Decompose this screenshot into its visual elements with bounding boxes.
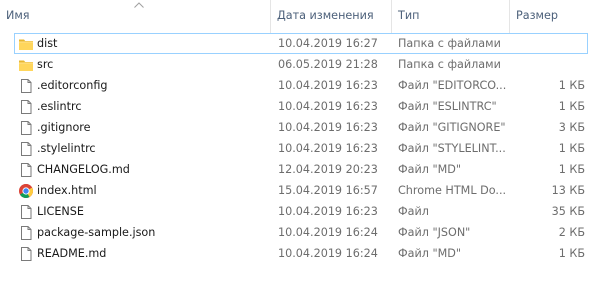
folder-icon xyxy=(18,36,34,52)
file-name: .editorconfig xyxy=(37,79,108,92)
file-icon xyxy=(18,162,34,178)
column-header-size[interactable]: Размер xyxy=(509,0,598,33)
file-row-2[interactable]: .editorconfig 10.04.2019 16:23 Файл "EDI… xyxy=(14,75,588,96)
file-name: .eslintrc xyxy=(37,100,82,113)
file-size: 13 КБ xyxy=(551,184,585,197)
file-name: package-sample.json xyxy=(37,226,156,239)
file-type: Файл "MD" xyxy=(398,247,462,260)
file-icon xyxy=(18,204,34,220)
file-name: LICENSE xyxy=(37,205,84,218)
file-name: index.html xyxy=(37,184,97,197)
file-icon xyxy=(18,225,34,241)
file-explorer-list: Имя Дата изменения Тип Размер dist 10.04… xyxy=(0,0,598,305)
file-date: 10.04.2019 16:23 xyxy=(278,100,378,113)
file-name: src xyxy=(37,58,54,71)
file-row-5[interactable]: .stylelintrc 10.04.2019 16:23 Файл "STYL… xyxy=(14,138,588,159)
file-row-4[interactable]: .gitignore 10.04.2019 16:23 Файл "GITIGN… xyxy=(14,117,588,138)
file-date: 10.04.2019 16:23 xyxy=(278,142,378,155)
file-row-10[interactable]: README.md 10.04.2019 16:24 Файл "MD" 1 К… xyxy=(14,243,588,264)
file-type: Файл "STYLELINT... xyxy=(398,142,506,155)
file-name: CHANGELOG.md xyxy=(37,163,130,176)
file-type: Файл "GITIGNORE" xyxy=(398,121,506,134)
file-size: 1 КБ xyxy=(558,79,585,92)
file-size xyxy=(511,55,585,74)
folder-icon xyxy=(18,57,34,73)
file-size: 1 КБ xyxy=(558,100,585,113)
file-row-6[interactable]: CHANGELOG.md 12.04.2019 20:23 Файл "MD" … xyxy=(14,159,588,180)
file-row-3[interactable]: .eslintrc 10.04.2019 16:23 Файл "ESLINTR… xyxy=(14,96,588,117)
chrome-icon xyxy=(18,183,34,199)
file-icon xyxy=(18,246,34,262)
file-row-1[interactable]: src 06.05.2019 21:28 Папка с файлами xyxy=(14,54,588,75)
file-row-9[interactable]: package-sample.json 10.04.2019 16:24 Фай… xyxy=(14,222,588,243)
file-type: Файл "MD" xyxy=(398,163,462,176)
column-header-date-label: Дата изменения xyxy=(277,9,374,22)
file-type: Файл "JSON" xyxy=(398,226,471,239)
column-header-name-label: Имя xyxy=(6,9,30,22)
file-type: Папка с файлами xyxy=(398,37,501,50)
file-type: Chrome HTML Do... xyxy=(398,184,507,197)
file-icon xyxy=(18,78,34,94)
file-name: .gitignore xyxy=(37,121,91,134)
file-date: 10.04.2019 16:23 xyxy=(278,121,378,134)
file-size xyxy=(511,34,585,53)
file-date: 10.04.2019 16:23 xyxy=(278,79,378,92)
column-header-size-label: Размер xyxy=(516,9,558,22)
file-type: Папка с файлами xyxy=(398,58,501,71)
column-header-date[interactable]: Дата изменения xyxy=(270,0,391,33)
file-date: 10.04.2019 16:24 xyxy=(278,247,378,260)
file-type: Файл "ESLINTRC" xyxy=(398,100,497,113)
file-date: 12.04.2019 20:23 xyxy=(278,163,378,176)
file-type: Файл "EDITORCO... xyxy=(398,79,507,92)
file-date: 10.04.2019 16:27 xyxy=(278,37,378,50)
file-row-0[interactable]: dist 10.04.2019 16:27 Папка с файлами xyxy=(14,33,588,54)
file-date: 10.04.2019 16:23 xyxy=(278,205,378,218)
file-size: 1 КБ xyxy=(558,247,585,260)
file-name: dist xyxy=(37,37,58,50)
column-header-type-label: Тип xyxy=(398,9,420,22)
file-size: 1 КБ xyxy=(558,142,585,155)
file-size: 1 КБ xyxy=(558,163,585,176)
file-row-7[interactable]: index.html 15.04.2019 16:57 Chrome HTML … xyxy=(14,180,588,201)
file-name: README.md xyxy=(37,247,107,260)
file-row-8[interactable]: LICENSE 10.04.2019 16:23 Файл 35 КБ xyxy=(14,201,588,222)
file-date: 15.04.2019 16:57 xyxy=(278,184,378,197)
file-size: 3 КБ xyxy=(558,121,585,134)
file-date: 10.04.2019 16:24 xyxy=(278,226,378,239)
file-size: 2 КБ xyxy=(558,226,585,239)
file-date: 06.05.2019 21:28 xyxy=(278,58,378,71)
column-header-row: Имя Дата изменения Тип Размер xyxy=(0,0,598,33)
file-icon xyxy=(18,141,34,157)
column-header-type[interactable]: Тип xyxy=(391,0,509,33)
file-name: .stylelintrc xyxy=(37,142,96,155)
file-size: 35 КБ xyxy=(551,205,585,218)
file-type: Файл xyxy=(398,205,429,218)
file-icon xyxy=(18,99,34,115)
sort-arrow-up-icon xyxy=(134,2,144,8)
file-icon xyxy=(18,120,34,136)
